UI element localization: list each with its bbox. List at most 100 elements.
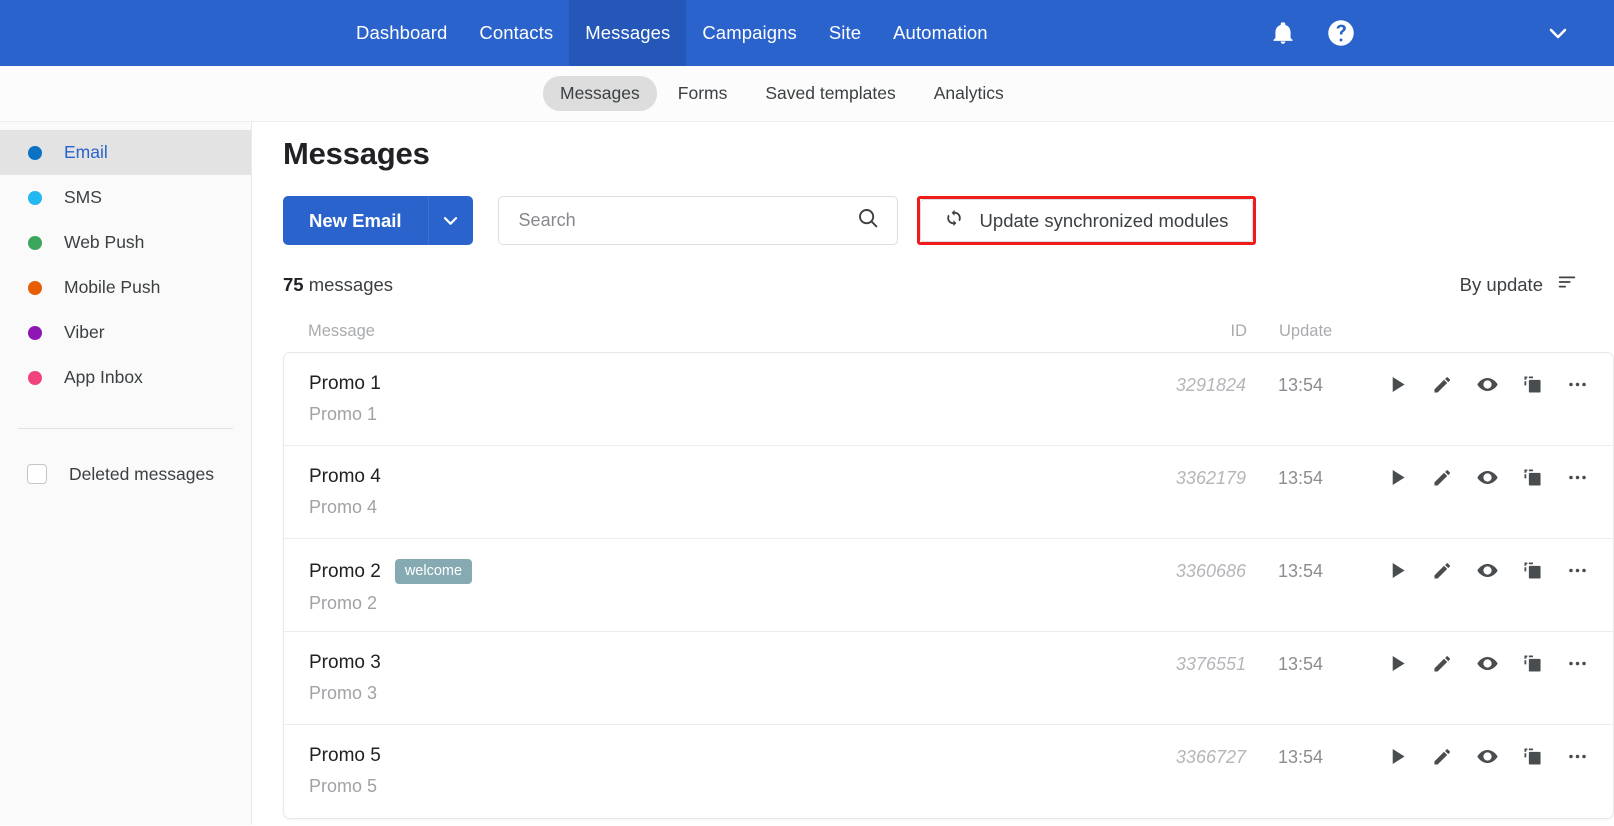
table-row[interactable]: Promo 5 Promo 5 3366727 13:54 (284, 725, 1613, 818)
messages-list: Promo 1 Promo 1 3291824 13:54 Promo 4 Promo 4… (283, 352, 1614, 819)
row-title: Promo 4 (309, 466, 381, 487)
row-title-line: Promo 3 (309, 652, 1128, 674)
row-subtitle: Promo 3 (309, 683, 378, 703)
row-update-time: 13:54 (1278, 561, 1324, 581)
sidebar-divider (18, 428, 233, 429)
nav-item-site[interactable]: Site (813, 0, 877, 66)
sidebar-item-mobile-push[interactable]: Mobile Push (0, 265, 251, 310)
tab-analytics[interactable]: Analytics (917, 76, 1021, 111)
column-header-id: ID (1230, 321, 1248, 340)
row-update-time: 13:54 (1278, 468, 1324, 488)
play-icon[interactable] (1386, 559, 1409, 582)
copy-icon[interactable] (1521, 373, 1544, 396)
channel-dot-icon (28, 190, 42, 205)
deleted-messages-checkbox[interactable] (27, 464, 47, 484)
row-actions (1368, 632, 1613, 675)
row-title-line: Promo 5 (309, 745, 1128, 767)
play-icon[interactable] (1386, 466, 1409, 489)
sidebar-item-viber[interactable]: Viber (0, 310, 251, 355)
sidebar-item-label: Mobile Push (64, 277, 161, 297)
sort-control[interactable]: By update (1460, 271, 1578, 298)
sort-descending-icon[interactable] (1556, 271, 1578, 298)
nav-item-campaigns[interactable]: Campaigns (686, 0, 812, 66)
ellipsis-icon[interactable] (1566, 559, 1589, 582)
message-count-unit: messages (308, 273, 394, 295)
pencil-icon[interactable] (1431, 466, 1454, 489)
column-header-update: Update (1279, 321, 1333, 340)
nav-item-dashboard[interactable]: Dashboard (340, 0, 463, 66)
account-chevron-down-icon[interactable] (1546, 21, 1570, 45)
copy-icon[interactable] (1521, 652, 1544, 675)
new-email-button[interactable]: New Email (283, 196, 428, 245)
row-message-cell: Promo 1 Promo 1 (309, 353, 1128, 425)
row-id: 3366727 (1175, 747, 1246, 767)
row-title: Promo 2 (309, 560, 381, 582)
play-icon[interactable] (1386, 745, 1409, 768)
update-synchronized-modules-label: Update synchronized modules (979, 209, 1229, 231)
row-subtitle: Promo 5 (309, 776, 378, 796)
search-input[interactable] (518, 210, 856, 231)
sort-label: By update (1459, 273, 1543, 295)
ellipsis-icon[interactable] (1566, 745, 1589, 768)
new-email-chevron-down-icon[interactable] (427, 196, 473, 245)
pencil-icon[interactable] (1431, 652, 1454, 675)
sidebar-channel-list: Email SMS Web Push Mobile Push Viber App Inbo… (0, 130, 251, 400)
table-row[interactable]: Promo 2 welcome Promo 2 3360686 13:54 (284, 539, 1613, 632)
row-tag-badge[interactable]: welcome (394, 559, 473, 584)
row-message-cell: Promo 5 Promo 5 (309, 725, 1128, 797)
copy-icon[interactable] (1521, 745, 1544, 768)
row-subtitle: Promo 4 (309, 497, 378, 517)
row-update-time: 13:54 (1278, 747, 1324, 767)
sidebar-item-label: App Inbox (64, 367, 143, 387)
play-icon[interactable] (1386, 652, 1409, 675)
row-actions (1368, 539, 1613, 582)
row-id: 3360686 (1175, 561, 1246, 581)
tab-saved-templates[interactable]: Saved templates (748, 76, 912, 111)
play-icon[interactable] (1386, 373, 1409, 396)
eye-icon[interactable] (1476, 652, 1499, 675)
row-message-cell: Promo 2 welcome Promo 2 (309, 539, 1128, 614)
eye-icon[interactable] (1476, 373, 1499, 396)
tab-messages[interactable]: Messages (543, 76, 657, 111)
sidebar-item-email[interactable]: Email (0, 130, 251, 175)
row-title: Promo 1 (309, 373, 381, 394)
subnav-tabs: Messages Forms Saved templates Analytics (543, 76, 1021, 111)
nav-item-automation[interactable]: Automation (877, 0, 1004, 66)
pencil-icon[interactable] (1431, 745, 1454, 768)
channel-dot-icon (28, 235, 42, 250)
search-box[interactable] (497, 196, 898, 245)
sidebar-item-app-inbox[interactable]: App Inbox (0, 355, 251, 400)
table-row[interactable]: Promo 4 Promo 4 3362179 13:54 (284, 446, 1613, 539)
tab-forms[interactable]: Forms (661, 76, 745, 111)
row-id: 3376551 (1175, 654, 1246, 674)
ellipsis-icon[interactable] (1566, 652, 1589, 675)
table-row[interactable]: Promo 3 Promo 3 3376551 13:54 (284, 632, 1613, 725)
table-row[interactable]: Promo 1 Promo 1 3291824 13:54 (284, 353, 1613, 446)
page-title: Messages (283, 136, 430, 171)
search-icon[interactable] (856, 206, 880, 235)
eye-icon[interactable] (1476, 745, 1499, 768)
copy-icon[interactable] (1521, 559, 1544, 582)
eye-icon[interactable] (1476, 559, 1499, 582)
pencil-icon[interactable] (1431, 559, 1454, 582)
sidebar-item-web-push[interactable]: Web Push (0, 220, 251, 265)
row-title: Promo 5 (309, 745, 381, 766)
help-circle-icon[interactable] (1326, 18, 1356, 48)
row-id: 3362179 (1175, 468, 1246, 488)
row-actions (1368, 446, 1613, 489)
ellipsis-icon[interactable] (1566, 466, 1589, 489)
message-count-row: 75 messages By update (283, 271, 1614, 298)
update-synchronized-modules-button[interactable]: Update synchronized modules (919, 199, 1254, 242)
sidebar-item-deleted-messages[interactable]: Deleted messages (0, 451, 251, 497)
ellipsis-icon[interactable] (1566, 373, 1589, 396)
nav-item-messages[interactable]: Messages (569, 0, 687, 66)
nav-item-contacts[interactable]: Contacts (463, 0, 569, 66)
channel-dot-icon (28, 145, 42, 160)
sidebar-item-sms[interactable]: SMS (0, 175, 251, 220)
topnav-left-spacer (0, 0, 340, 66)
eye-icon[interactable] (1476, 466, 1499, 489)
copy-icon[interactable] (1521, 466, 1544, 489)
bell-icon[interactable] (1270, 20, 1296, 46)
pencil-icon[interactable] (1431, 373, 1454, 396)
toolbar: New Email Search Update synchronized mod… (283, 196, 1614, 245)
